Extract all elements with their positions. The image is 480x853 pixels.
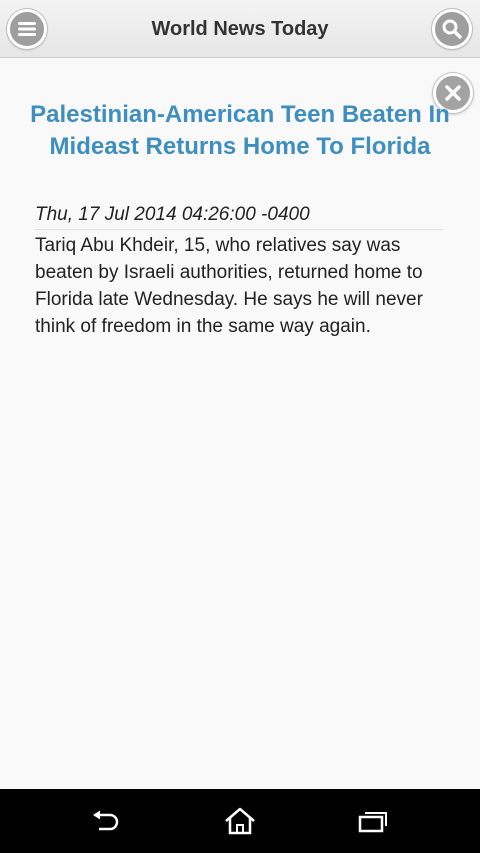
article-body: Tariq Abu Khdeir, 15, who relatives say … (35, 235, 423, 337)
menu-button[interactable] (7, 9, 47, 49)
home-button[interactable] (220, 803, 260, 839)
recent-apps-icon (358, 812, 387, 833)
app-header: World News Today (0, 0, 480, 58)
menu-icon (18, 22, 36, 36)
search-icon (442, 19, 462, 39)
search-button[interactable] (432, 9, 472, 49)
recent-apps-button[interactable] (353, 803, 393, 839)
app-screen: World News Today Palestinian-American Te… (0, 0, 480, 853)
home-icon (225, 807, 255, 835)
article-title[interactable]: Palestinian-American Teen Beaten In Mide… (30, 99, 450, 163)
back-icon (93, 810, 119, 831)
back-button[interactable] (86, 803, 126, 839)
article-date: Thu, 17 Jul 2014 04:26:00 -0400 (35, 204, 443, 230)
app-title: World News Today (151, 18, 329, 40)
article-view: Palestinian-American Teen Beaten In Mide… (0, 59, 480, 789)
system-nav-bar (0, 789, 480, 853)
